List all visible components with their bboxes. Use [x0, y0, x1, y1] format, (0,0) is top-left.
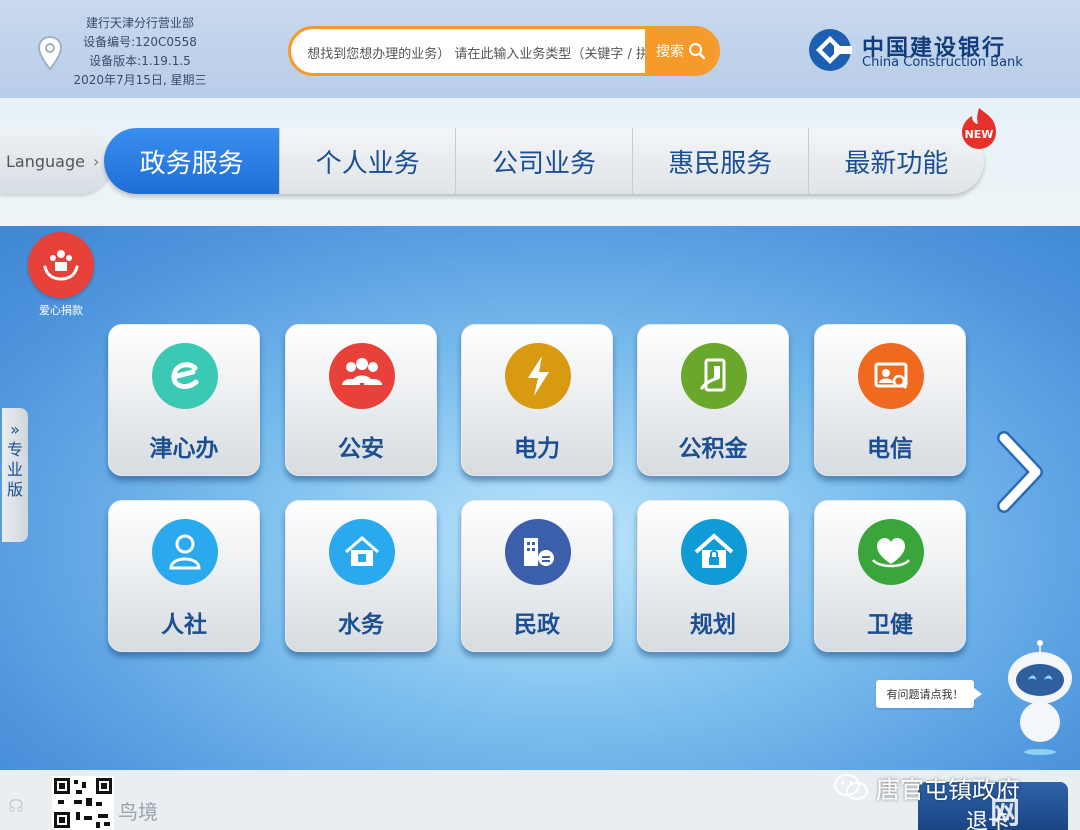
branch-name: 建行天津分行营业部: [85, 16, 194, 30]
pro-tab-char: 专: [6, 440, 23, 459]
service-card-jinxinban[interactable]: 津心办: [108, 324, 260, 476]
donate-label: 爱心捐款: [39, 304, 83, 317]
tab-latest-features[interactable]: 最新功能 NEW: [807, 108, 997, 194]
service-label: 电力: [514, 436, 560, 462]
service-card-water[interactable]: 水务: [285, 500, 437, 652]
tab-label: 惠民服务: [668, 148, 773, 179]
search-button[interactable]: 搜索: [645, 29, 717, 73]
bank-logo: 中国建设银行 China Construction Bank: [808, 28, 1048, 76]
charity-hands-icon: [28, 232, 94, 298]
device-version: 设备版本:1.19.1.5: [89, 54, 191, 68]
qr-code-icon: [52, 776, 114, 830]
service-card-planning[interactable]: 规划: [637, 500, 789, 652]
language-button[interactable]: Language ›: [0, 128, 112, 194]
wechat-icon: [834, 773, 868, 800]
svg-text:NEW: NEW: [965, 128, 994, 141]
telecom-icon: [858, 343, 924, 409]
lightning-icon: [505, 343, 571, 409]
new-badge-icon: NEW: [962, 108, 997, 149]
service-label: 电信: [867, 436, 913, 462]
tab-label: 个人业务: [315, 148, 420, 179]
tab-label: 公司业务: [492, 148, 597, 179]
service-card-electricity[interactable]: 电力: [461, 324, 613, 476]
police-icon: [329, 343, 395, 409]
search-icon: [689, 43, 706, 60]
chatbot-prompt-text: 有问题请点我！: [886, 688, 964, 701]
water-house-icon: [329, 519, 395, 585]
planning-lock-icon: [681, 519, 747, 585]
person-icon: [152, 519, 218, 585]
location-pin-icon: [38, 36, 62, 70]
service-card-human-resources[interactable]: 人社: [108, 500, 260, 652]
tab-label: 最新功能: [844, 148, 949, 179]
chatbot-robot-icon[interactable]: [1004, 640, 1076, 760]
jinxinban-icon: [152, 343, 218, 409]
current-date: 2020年7月15日, 星期三: [73, 73, 207, 87]
chatbot-prompt[interactable]: 有问题请点我！: [876, 680, 982, 708]
tab-personal-business[interactable]: 个人业务: [279, 128, 455, 194]
service-label: 卫健: [867, 612, 913, 638]
corner-watermark: 网: [990, 796, 1020, 830]
civil-affairs-icon: [505, 519, 571, 585]
bank-name-english: China Construction Bank: [862, 55, 1023, 70]
service-label: 津心办: [149, 436, 219, 462]
service-label: 民政: [514, 612, 560, 638]
service-grid: 津心办 公安 电力 公积金 电信 人社 水务 民政 规划 卫健: [108, 324, 968, 654]
search-button-label: 搜索: [656, 44, 684, 60]
housing-fund-icon: [681, 343, 747, 409]
camera-watermark-icon: ☊: [8, 796, 24, 817]
donate-button[interactable]: 爱心捐款: [26, 232, 96, 318]
professional-version-tab[interactable]: » 专 业 版: [2, 408, 28, 542]
language-label: Language: [6, 151, 85, 171]
chevron-right-icon: ›: [92, 151, 100, 171]
ccb-logo-icon: [809, 29, 852, 71]
service-card-telecom[interactable]: 电信: [814, 324, 966, 476]
tab-public-welfare[interactable]: 惠民服务: [631, 128, 808, 194]
double-chevron-icon: »: [10, 420, 20, 439]
service-panel: 爱心捐款 » 专 业 版 津心办 公安 电力 公积金 电信 人社 水务 民政 规…: [0, 226, 1080, 770]
service-label: 人社: [161, 612, 207, 638]
search-input[interactable]: 想找到您想办理的业务） 请在此输入业务类型（关键字 / 拼: [291, 29, 649, 73]
service-card-health[interactable]: 卫健: [814, 500, 966, 652]
tab-government-services[interactable]: 政务服务: [104, 128, 280, 194]
search-bar[interactable]: 想找到您想办理的业务） 请在此输入业务类型（关键字 / 拼 搜索: [288, 26, 720, 76]
footer-bar: ☊ 鸟境 退卡 唐官屯镇政府 网: [0, 770, 1080, 830]
category-tabs: 政务服务 个人业务 公司业务 惠民服务 最新功能 NEW: [104, 108, 997, 194]
top-header: 建行天津分行营业部 设备编号:120C0558 设备版本:1.19.1.5 20…: [0, 0, 1080, 98]
footer-watermark-text: 鸟境: [118, 800, 158, 824]
nav-band: Language › 政务服务 个人业务 公司业务 惠民服务 最新功能 NEW: [0, 98, 1080, 226]
service-label: 水务: [338, 612, 384, 638]
service-label: 公积金: [678, 436, 748, 462]
pro-tab-char: 业: [6, 460, 23, 479]
service-label: 公安: [338, 436, 384, 462]
service-label: 规划: [690, 612, 736, 638]
tab-corporate-business[interactable]: 公司业务: [455, 128, 631, 194]
next-page-arrow-icon[interactable]: [992, 430, 1048, 514]
service-card-civil-affairs[interactable]: 民政: [461, 500, 613, 652]
search-placeholder: 想找到您想办理的业务） 请在此输入业务类型（关键字 / 拼: [307, 47, 649, 62]
device-id: 设备编号:120C0558: [83, 35, 197, 49]
health-heart-icon: [858, 519, 924, 585]
service-card-housing-fund[interactable]: 公积金: [637, 324, 789, 476]
service-card-police[interactable]: 公安: [285, 324, 437, 476]
tab-label: 政务服务: [139, 148, 244, 179]
pro-tab-char: 版: [6, 480, 23, 499]
